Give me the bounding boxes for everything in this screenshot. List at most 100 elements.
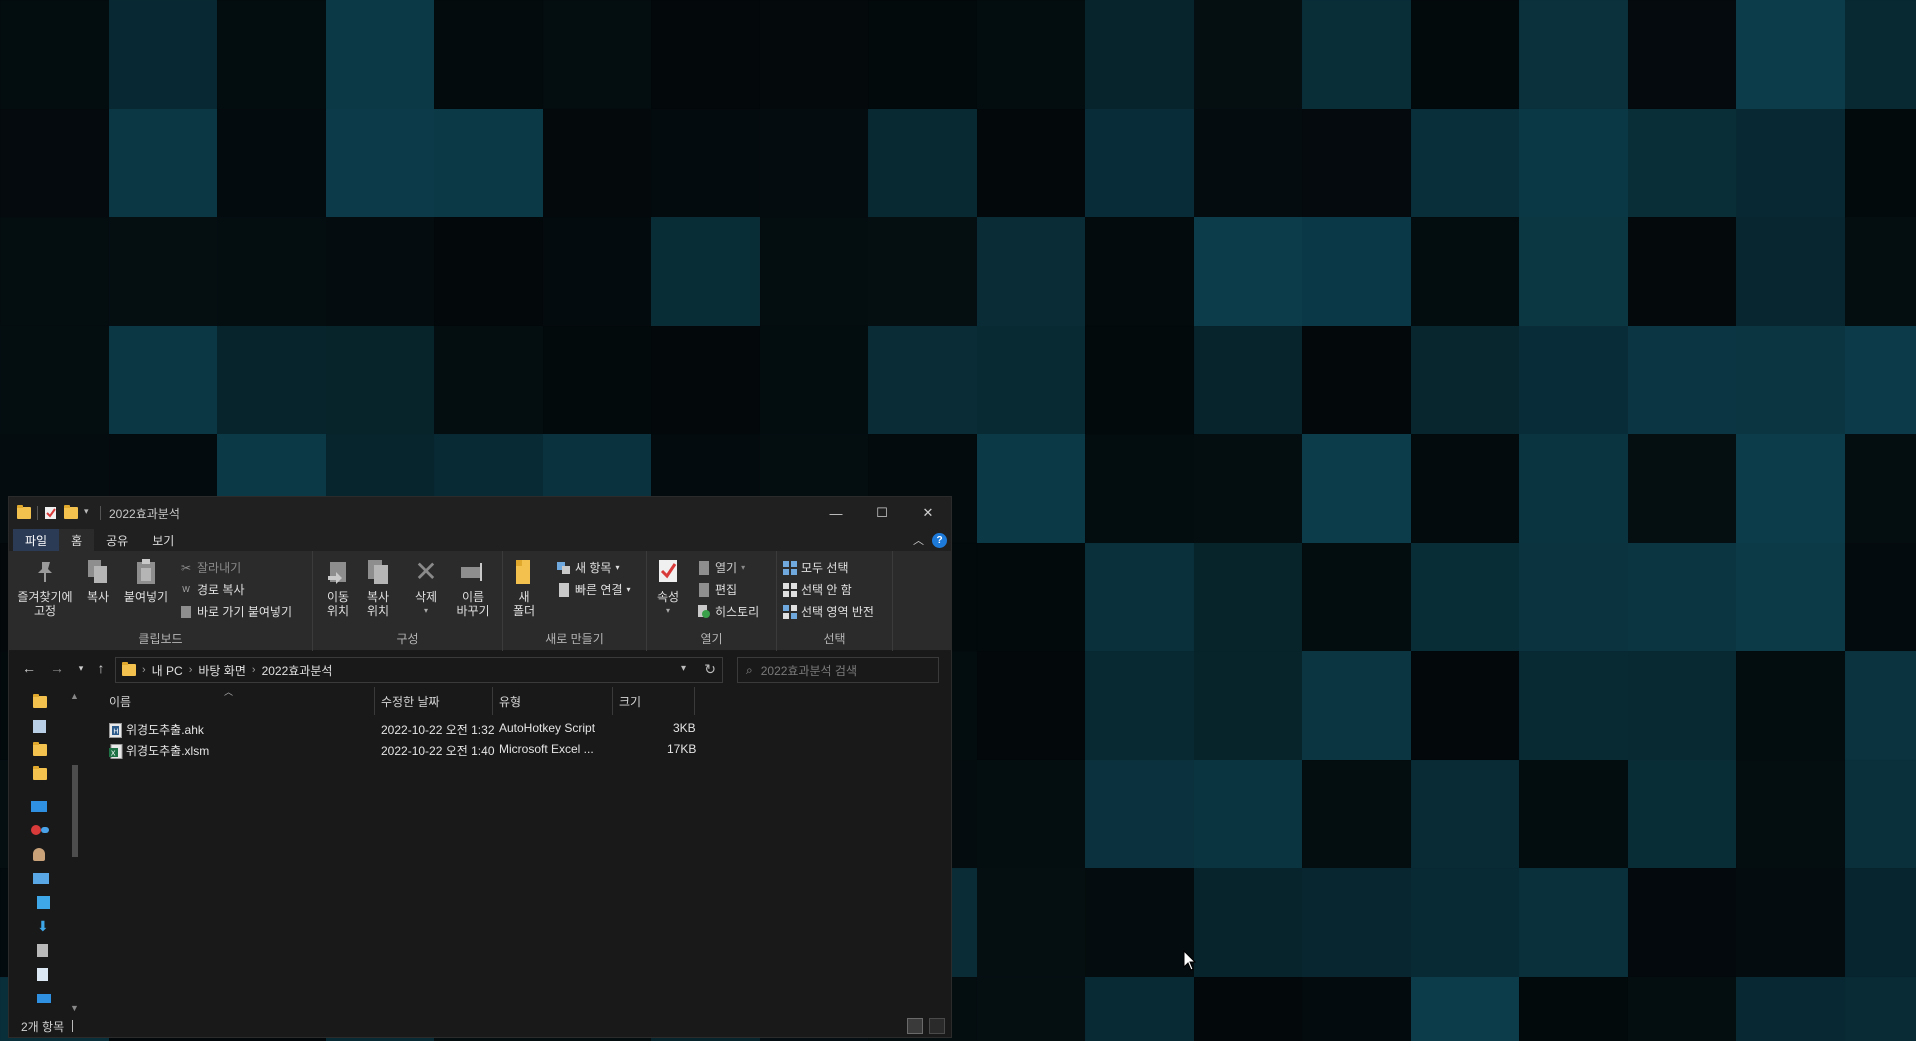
new-folder-icon[interactable] — [64, 505, 78, 519]
wallpaper-tile — [1736, 759, 1845, 868]
tab-view[interactable]: 보기 — [140, 529, 186, 551]
wallpaper-tile — [868, 325, 977, 434]
nav-item-folder[interactable] — [33, 693, 73, 711]
wallpaper-tile — [1193, 651, 1302, 760]
help-icon[interactable]: ? — [932, 532, 947, 548]
properties-label: 속성 — [656, 590, 680, 604]
select-none-button[interactable]: 선택 안 함 — [783, 581, 852, 598]
invert-selection-button[interactable]: 선택 영역 반전 — [783, 603, 874, 620]
open-icon — [697, 560, 711, 575]
ribbon-tabs: 파일 홈 공유 보기 ︿ ? — [9, 529, 951, 551]
tab-file[interactable]: 파일 — [13, 529, 60, 551]
column-header-type[interactable]: 유형 — [493, 687, 613, 715]
delete-button[interactable]: ✕ 삭제 ▾ — [409, 557, 443, 618]
back-arrow-icon[interactable]: ← — [19, 660, 39, 676]
item-count: 2개 항목 — [21, 1019, 65, 1034]
move-to-button[interactable]: 이동 위치 — [321, 557, 355, 618]
wallpaper-tile — [1627, 108, 1736, 217]
new-group: 새 폴더 새 항목 ▾ 빠른 연결 ▾ 새로 만들기 — [503, 551, 647, 651]
address-bar[interactable]: › 내 PC › 바탕 화면 › 2022효과분석 ▾ ↻ — [115, 657, 723, 683]
status-bar: 2개 항목 — [9, 1015, 951, 1037]
breadcrumb-separator: › — [142, 664, 146, 676]
rename-icon — [459, 557, 487, 587]
properties-button[interactable]: 속성 ▾ — [653, 557, 683, 618]
pin-to-quick-access-button[interactable]: 즐겨찾기에 고정 — [15, 557, 75, 618]
copy-to-button[interactable]: 복사 위치 — [361, 557, 395, 618]
search-box[interactable]: ⌕ 2022효과분석 검색 — [737, 657, 939, 683]
tab-home[interactable]: 홈 — [59, 529, 95, 551]
paste-shortcut-button[interactable]: 바로 가기 붙여넣기 — [179, 603, 292, 620]
wallpaper-tile — [1193, 434, 1302, 543]
column-header-size[interactable]: 크기 — [613, 687, 695, 715]
minimize-button[interactable]: — — [813, 497, 859, 529]
chevron-down-icon[interactable]: ▾ — [84, 506, 94, 520]
close-button[interactable]: ✕ — [905, 497, 951, 529]
nav-item-this-pc[interactable] — [33, 869, 73, 887]
paste-button[interactable]: 붙여넣기 — [121, 557, 171, 604]
copy-path-button[interactable]: W 경로 복사 — [179, 581, 244, 598]
file-name-cell: H 위경도추출.ahk — [109, 721, 204, 739]
wallpaper-tile — [976, 868, 1085, 977]
edit-button[interactable]: 편집 — [697, 581, 737, 598]
breadcrumb-current-folder[interactable]: 2022효과분석 — [262, 662, 333, 679]
wallpaper-tile — [1844, 0, 1916, 109]
forward-arrow-icon[interactable]: → — [47, 660, 67, 676]
rename-button[interactable]: 이름 바꾸기 — [453, 557, 493, 618]
scrollbar-thumb[interactable] — [72, 765, 78, 857]
large-icons-view-icon[interactable] — [929, 1018, 945, 1034]
pin-icon — [31, 557, 59, 587]
new-item-icon — [557, 561, 571, 575]
up-arrow-icon[interactable]: ↑ — [91, 660, 111, 676]
scroll-up-arrow-icon[interactable]: ▲ — [70, 691, 79, 701]
download-arrow-icon: ⬇ — [37, 917, 49, 934]
navigation-pane-scrollbar[interactable]: ▲ ▼ — [69, 691, 81, 1013]
easy-access-button[interactable]: 빠른 연결 ▾ — [557, 581, 631, 598]
file-row[interactable]: H 위경도추출.ahk 2022-10-22 오전 1:32 AutoHotke… — [89, 718, 709, 739]
wallpaper-tile — [976, 108, 1085, 217]
column-header-name[interactable]: 이름 — [103, 687, 375, 715]
breadcrumb-desktop[interactable]: 바탕 화면 — [198, 662, 246, 679]
wallpaper-tile — [1844, 976, 1916, 1041]
select-all-button[interactable]: 모두 선택 — [783, 559, 849, 576]
refresh-icon[interactable]: ↻ — [704, 661, 716, 678]
scroll-down-arrow-icon[interactable]: ▼ — [70, 1003, 79, 1013]
cut-button[interactable]: ✂ 잘라내기 — [179, 559, 241, 576]
properties-check-icon[interactable] — [44, 506, 58, 520]
tab-share[interactable]: 공유 — [94, 529, 140, 551]
wallpaper-tile — [0, 325, 109, 434]
copy-button[interactable]: 복사 — [81, 557, 115, 604]
details-view-icon[interactable] — [907, 1018, 923, 1034]
breadcrumb-this-pc[interactable]: 내 PC — [152, 662, 183, 679]
nav-item-folder[interactable] — [33, 765, 73, 783]
file-row[interactable]: X 위경도추출.xlsm 2022-10-22 오전 1:40 Microsof… — [89, 739, 709, 760]
wallpaper-tile — [1193, 108, 1302, 217]
collapse-ribbon-icon[interactable]: ︿ — [913, 532, 924, 548]
wallpaper-tile — [108, 108, 217, 217]
scissors-icon: ✂ — [180, 560, 192, 575]
nav-item-user[interactable] — [33, 845, 73, 863]
recent-locations-chevron-icon[interactable]: ▾ — [71, 663, 91, 674]
new-folder-button[interactable]: 새 폴더 — [509, 557, 539, 618]
column-header-date-modified[interactable]: 수정한 날짜 — [375, 687, 493, 715]
history-label: 히스토리 — [715, 605, 760, 619]
nav-item-folder[interactable] — [33, 741, 73, 759]
svg-text:H: H — [113, 728, 118, 736]
new-item-button[interactable]: 새 항목 ▾ — [557, 559, 619, 576]
maximize-button[interactable]: ☐ — [859, 497, 905, 529]
wallpaper-tile — [759, 108, 868, 217]
file-explorer-window[interactable]: ▾ 2022효과분석 — ☐ ✕ 파일 홈 공유 보기 ︿ ? 즐겨찾기에 고정 — [8, 496, 952, 1038]
wallpaper-tile — [1519, 325, 1628, 434]
wallpaper-tile — [1085, 651, 1194, 760]
nav-item-onedrive[interactable] — [31, 821, 71, 839]
properties-check-icon — [654, 557, 682, 587]
nav-item-image[interactable] — [33, 717, 73, 735]
wallpaper-tile — [1410, 651, 1519, 760]
nav-item-desktop[interactable] — [31, 797, 71, 815]
file-type-cell: Microsoft Excel ... — [499, 742, 594, 756]
open-button[interactable]: 열기 ▾ — [697, 559, 745, 576]
title-bar[interactable]: ▾ 2022효과분석 — ☐ ✕ — [9, 497, 951, 529]
address-history-chevron-icon[interactable]: ▾ — [681, 663, 686, 674]
wallpaper-tile — [1736, 651, 1845, 760]
wallpaper-tile — [1302, 0, 1411, 109]
history-button[interactable]: 히스토리 — [697, 603, 759, 620]
